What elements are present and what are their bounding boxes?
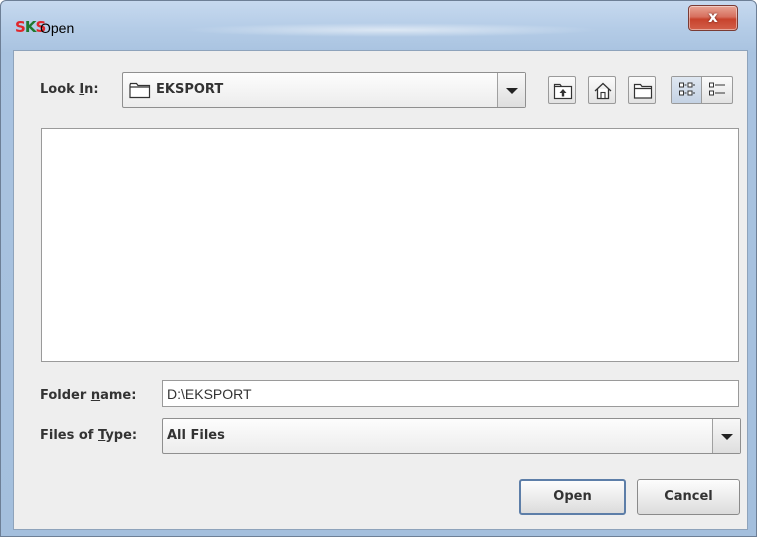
list-view-icon bbox=[679, 82, 695, 96]
home-button[interactable] bbox=[588, 76, 616, 104]
dialog-content: Look In: EKSPORT Folder name: D:\EKSPORT… bbox=[13, 50, 748, 530]
open-button[interactable]: Open bbox=[519, 479, 626, 515]
close-icon: x bbox=[708, 8, 718, 26]
list-view-button[interactable] bbox=[672, 77, 702, 103]
files-of-type-value: All Files bbox=[167, 428, 225, 443]
files-of-type-combo[interactable]: All Files bbox=[162, 418, 741, 454]
details-view-icon bbox=[709, 82, 725, 96]
close-button[interactable]: x bbox=[688, 5, 738, 31]
open-dialog: SKS Open x Look In: EKSPORT Folder name:… bbox=[0, 0, 757, 537]
details-view-button[interactable] bbox=[702, 77, 732, 103]
look-in-label: Look In: bbox=[40, 82, 99, 97]
title-bar[interactable]: SKS Open x bbox=[1, 1, 756, 49]
home-icon bbox=[594, 82, 612, 100]
chevron-down-icon bbox=[721, 434, 733, 440]
folder-icon bbox=[129, 82, 151, 103]
folder-name-label: Folder name: bbox=[40, 388, 137, 403]
look-in-value: EKSPORT bbox=[156, 82, 224, 97]
new-folder-icon bbox=[633, 83, 653, 99]
chevron-down-icon bbox=[506, 88, 518, 94]
view-toggle-group bbox=[671, 76, 733, 104]
up-one-level-button[interactable] bbox=[548, 76, 576, 104]
window-title: Open bbox=[40, 20, 75, 36]
look-in-combo[interactable]: EKSPORT bbox=[122, 72, 526, 108]
new-folder-button[interactable] bbox=[628, 76, 656, 104]
files-of-type-dropdown-button[interactable] bbox=[712, 419, 740, 453]
look-in-dropdown-button[interactable] bbox=[497, 73, 525, 107]
up-one-level-icon bbox=[553, 83, 573, 100]
cancel-button[interactable]: Cancel bbox=[637, 479, 740, 515]
file-list[interactable] bbox=[41, 128, 739, 362]
files-of-type-label: Files of Type: bbox=[40, 428, 138, 443]
folder-name-input[interactable] bbox=[162, 380, 739, 407]
